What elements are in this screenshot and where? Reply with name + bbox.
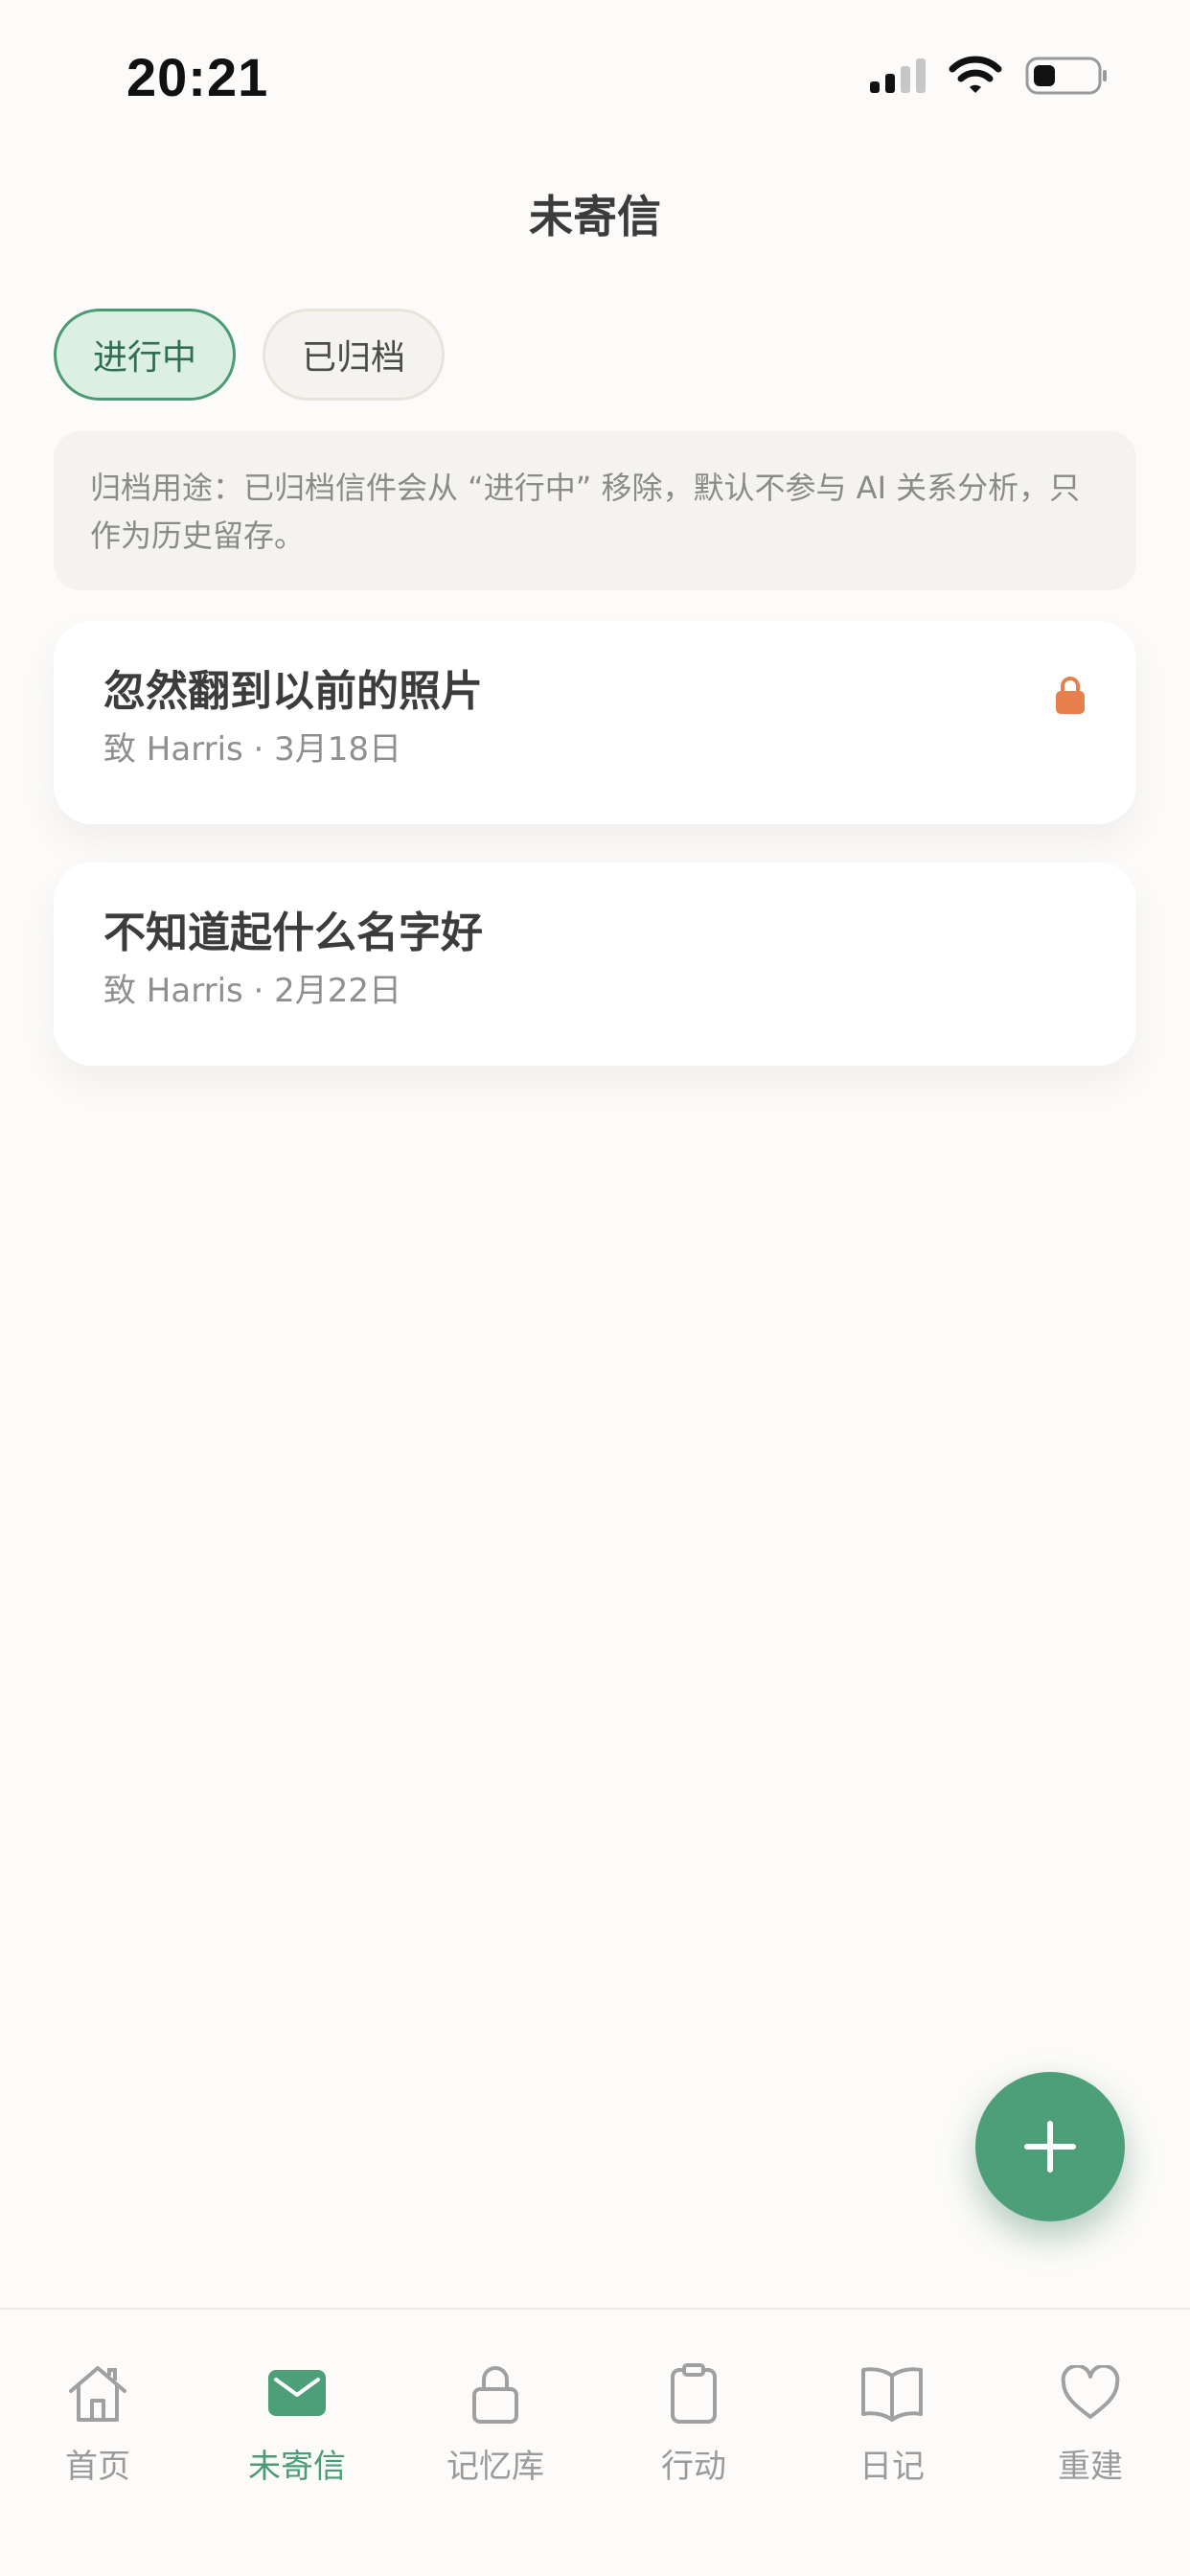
tab-bar-label: 未寄信 — [248, 2448, 346, 2486]
tab-bar-action[interactable]: 行动 — [627, 2359, 761, 2487]
letter-title: 不知道起什么名字好 — [103, 908, 483, 957]
book-icon — [861, 2367, 923, 2422]
tab-bar-memory[interactable]: 记忆库 — [428, 2359, 562, 2487]
tab-bar-label: 行动 — [661, 2448, 726, 2486]
heart-icon — [1061, 2365, 1120, 2419]
tab-bar-unsent-letters[interactable]: 未寄信 — [230, 2359, 364, 2487]
tab-bar-rebuild[interactable]: 重建 — [1023, 2359, 1157, 2487]
page-title: 未寄信 — [529, 191, 661, 242]
lock-icon — [1056, 677, 1085, 714]
tab-in-progress[interactable]: 进行中 — [54, 309, 236, 401]
cellular-signal-icon — [870, 58, 926, 93]
tab-bar-label: 重建 — [1058, 2448, 1123, 2486]
home-icon — [69, 2366, 126, 2422]
archive-notice: 归档用途：已归档信件会从 “进行中” 移除，默认不参与 AI 关系分析，只作为历… — [54, 431, 1136, 590]
screen: 20:21 未寄信 进行中 已归档 归档用途：已归档信件会从 “进行中” 移除，… — [0, 0, 1190, 2576]
tab-bar-home[interactable]: 首页 — [31, 2359, 165, 2487]
letter-card[interactable]: 忽然翻到以前的照片 致 Harris · 3月18日 — [54, 621, 1136, 824]
tab-bar-diary[interactable]: 日记 — [825, 2359, 959, 2487]
status-time: 20:21 — [126, 47, 269, 107]
letter-card[interactable]: 不知道起什么名字好 致 Harris · 2月22日 — [54, 862, 1136, 1066]
lock-icon — [472, 2366, 518, 2424]
segmented-tabs: 进行中 已归档 — [54, 309, 445, 401]
status-bar: 20:21 — [0, 0, 1190, 144]
tab-bar-label: 日记 — [859, 2448, 925, 2486]
bottom-tab-bar: 首页 未寄信 记忆库 行动 日记 重建 — [0, 2308, 1190, 2576]
battery-icon — [1025, 57, 1107, 95]
letter-meta: 致 Harris · 3月18日 — [103, 730, 402, 769]
mail-icon — [268, 2370, 326, 2416]
add-letter-button[interactable] — [975, 2072, 1125, 2221]
tab-archived[interactable]: 已归档 — [263, 309, 445, 401]
wifi-icon — [949, 56, 1002, 93]
clipboard-icon — [671, 2363, 717, 2424]
tab-bar-label: 记忆库 — [446, 2448, 544, 2486]
status-icons — [868, 56, 1110, 96]
letter-meta: 致 Harris · 2月22日 — [103, 972, 402, 1010]
plus-icon — [1024, 2121, 1076, 2173]
letter-title: 忽然翻到以前的照片 — [103, 667, 483, 716]
tab-bar-label: 首页 — [65, 2448, 130, 2486]
